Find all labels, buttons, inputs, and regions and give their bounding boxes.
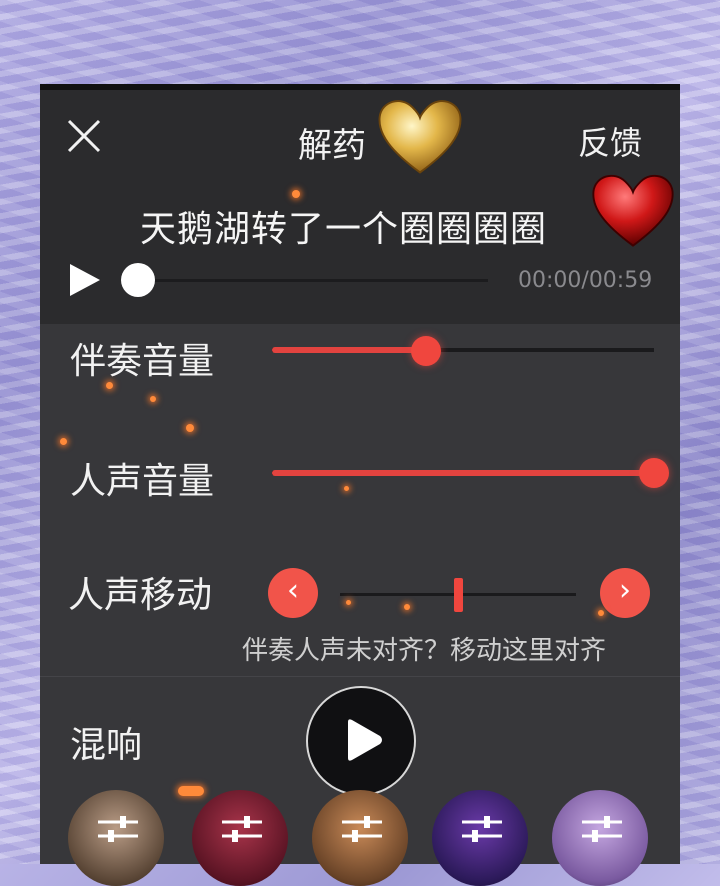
sparkle [60, 438, 67, 445]
reverb-preset-1[interactable] [68, 790, 164, 886]
time-display: 00:00/00:59 [518, 268, 653, 293]
close-icon[interactable] [66, 118, 102, 154]
sparkle [292, 190, 300, 198]
vocal-shift-marker[interactable] [454, 578, 463, 612]
vocal-volume-label: 人声音量 [70, 461, 215, 502]
shift-left-button[interactable]: ‹ [268, 568, 318, 618]
equalizer-icon [98, 816, 138, 842]
reverb-preset-4[interactable] [432, 790, 528, 886]
sparkle [404, 604, 410, 610]
sparkle [106, 382, 113, 389]
big-play-icon [348, 719, 382, 761]
vocal-shift-label: 人声移动 [68, 575, 213, 616]
reverb-preset-3[interactable] [312, 790, 408, 886]
alignment-hint: 伴奏人声未对齐？移动这里对齐 [242, 636, 607, 666]
sparkle [150, 396, 156, 402]
equalizer-icon [342, 816, 382, 842]
red-heart-icon [592, 174, 674, 247]
sparkle [344, 486, 349, 491]
reverb-label: 混响 [70, 725, 143, 766]
progress-track[interactable] [138, 279, 488, 282]
sparkle [346, 600, 351, 605]
equalizer-icon [222, 816, 262, 842]
accompaniment-volume-knob[interactable] [411, 336, 441, 366]
reverb-preset-5[interactable] [552, 790, 648, 886]
accompaniment-volume-fill [272, 347, 426, 353]
feedback-button[interactable]: 反馈 [578, 118, 642, 164]
progress-knob[interactable] [121, 263, 155, 297]
vocal-volume-fill [272, 470, 654, 476]
page-title: 解药 [298, 126, 366, 166]
gold-heart-icon [378, 100, 462, 174]
big-play-button[interactable] [306, 686, 416, 796]
section-divider [40, 676, 680, 677]
equalizer-icon [582, 816, 622, 842]
sparkle [598, 610, 604, 616]
shift-right-button[interactable]: › [600, 568, 650, 618]
play-icon[interactable] [68, 262, 102, 298]
song-title: 天鹅湖转了一个圈圈圈圈 [140, 209, 548, 250]
equalizer-icon [462, 816, 502, 842]
reverb-preset-2[interactable] [192, 790, 288, 886]
sparkle [178, 786, 204, 796]
accompaniment-volume-label: 伴奏音量 [70, 341, 215, 382]
vocal-volume-knob[interactable] [639, 458, 669, 488]
sparkle [186, 424, 194, 432]
